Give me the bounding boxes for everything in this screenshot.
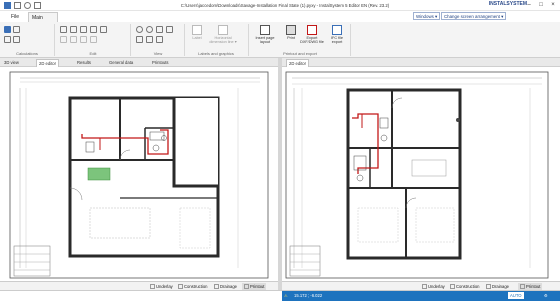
group-separator xyxy=(54,24,55,56)
brand-logo: INSTALSYSTEM xyxy=(488,1,527,7)
app-icon xyxy=(4,2,11,9)
delete-icon[interactable] xyxy=(90,26,97,33)
printout-icon xyxy=(520,284,525,290)
ribbon-tab-row: File Main tools Windows ▾ Change screen … xyxy=(0,11,560,31)
layer-tabs-right: Underlay Construction Drainage Printout xyxy=(282,281,560,290)
tab-results[interactable]: Results xyxy=(75,59,93,67)
group-separator xyxy=(130,24,131,56)
group-printout-label: Printout and export xyxy=(283,51,317,56)
zoom-in-icon[interactable] xyxy=(136,26,143,33)
tab-printouts[interactable]: Printouts xyxy=(150,59,171,67)
layer-tab-drainage-left[interactable]: Drainage xyxy=(214,283,237,290)
grid-icon[interactable] xyxy=(156,36,163,43)
tab-3d-view[interactable]: 3D view xyxy=(2,59,21,67)
layers-icon[interactable] xyxy=(146,36,153,43)
results-icon[interactable] xyxy=(13,36,20,43)
pan-icon[interactable] xyxy=(166,26,173,33)
floor-plan-left[interactable] xyxy=(0,68,278,280)
calculate-icon[interactable] xyxy=(4,26,11,33)
paste-icon[interactable] xyxy=(80,26,87,33)
layer-tab-construction-right[interactable]: Construction xyxy=(450,283,480,290)
layer-tabs-left: Underlay Construction Drainage Printout xyxy=(0,281,278,290)
zoom-all-icon[interactable] xyxy=(136,36,143,43)
quick-access-more-icon[interactable] xyxy=(34,2,41,9)
move-icon[interactable] xyxy=(60,36,67,43)
layer-tab-printout-left[interactable]: Printout xyxy=(242,283,267,290)
group-calculations-label: Calculations xyxy=(16,51,38,56)
tab-general-data[interactable]: General data xyxy=(107,59,135,67)
select-icon[interactable] xyxy=(100,26,107,33)
print-button[interactable]: Print xyxy=(280,24,302,46)
underlay-icon xyxy=(422,284,427,290)
group-separator xyxy=(184,24,185,56)
printout-icon xyxy=(244,284,249,290)
dimension-icon xyxy=(218,25,228,35)
underlay-icon xyxy=(150,284,155,290)
undo-icon[interactable] xyxy=(24,2,31,9)
cut-icon[interactable] xyxy=(60,26,67,33)
tab-2d-editor-left[interactable]: 2D editor xyxy=(36,59,59,67)
maximize-button[interactable]: □ xyxy=(536,1,546,10)
mirror-icon[interactable] xyxy=(80,36,87,43)
tab-main-tools[interactable]: Main tools xyxy=(28,12,58,31)
zoom-window-icon[interactable] xyxy=(156,26,163,33)
group-separator xyxy=(350,24,351,56)
save-icon[interactable] xyxy=(14,2,21,9)
construction-icon xyxy=(450,284,455,290)
ifc-icon xyxy=(332,25,342,35)
ifc-export-button[interactable]: IFC file export xyxy=(326,24,348,46)
group-labels-label: Labels and graphics xyxy=(198,51,234,56)
layer-tab-underlay-left[interactable]: Underlay xyxy=(150,283,173,290)
layer-tab-construction-left[interactable]: Construction xyxy=(178,283,208,290)
drainage-icon xyxy=(214,284,219,290)
export-dxf-button[interactable]: Export DXF/DWG file xyxy=(300,24,324,46)
label-button[interactable]: Label xyxy=(186,24,208,46)
screen-arrangement-dropdown[interactable]: Change screen arrangement ▾ xyxy=(441,12,507,20)
group-view-label: View xyxy=(153,51,163,56)
properties-icon[interactable] xyxy=(90,36,97,43)
close-button[interactable]: × xyxy=(548,1,558,10)
printer-icon xyxy=(286,25,296,35)
label-icon xyxy=(192,25,202,35)
tab-file[interactable]: File xyxy=(8,12,22,22)
layer-tab-printout-right[interactable]: Printout xyxy=(518,283,543,290)
zoom-out-icon[interactable] xyxy=(146,26,153,33)
insert-page-layout-button[interactable]: Insert page layout xyxy=(252,24,278,46)
check-icon[interactable] xyxy=(4,36,11,43)
tab-2d-editor-right[interactable]: 2D editor xyxy=(286,59,309,67)
drawing-pane-right[interactable] xyxy=(282,68,560,280)
copy-icon[interactable] xyxy=(70,26,77,33)
layer-tab-drainage-right[interactable]: Drainage xyxy=(486,283,509,290)
minimize-button[interactable]: – xyxy=(524,1,534,10)
snap-mode-dropdown[interactable]: AUTO xyxy=(508,292,524,299)
group-separator xyxy=(248,24,249,56)
group-edit-label: Edit xyxy=(89,51,97,56)
rotate-icon[interactable] xyxy=(70,36,77,43)
calc-options-icon[interactable] xyxy=(13,26,20,33)
status-bar: ⚠ 15.172 ; -6.022 AUTO ⚙ xyxy=(0,290,560,301)
title-bar: C:\Users\jaccedom\Downloads\Savage-Insta… xyxy=(0,0,560,11)
horizontal-dimension-button[interactable]: Horizontal dimension line ▾ xyxy=(206,24,240,46)
layer-tab-underlay-right[interactable]: Underlay xyxy=(422,283,445,290)
ribbon: Calculations Edit View Label Horizontal … xyxy=(0,22,560,58)
page-layout-icon xyxy=(260,25,270,35)
construction-icon xyxy=(178,284,183,290)
drainage-icon xyxy=(486,284,491,290)
dxf-icon xyxy=(307,25,317,35)
floor-plan-right[interactable] xyxy=(282,68,560,280)
window-title: C:\Users\jaccedom\Downloads\Savage-Insta… xyxy=(180,3,390,8)
windows-dropdown[interactable]: Windows ▾ xyxy=(413,12,441,20)
drawing-pane-left[interactable] xyxy=(0,68,278,280)
